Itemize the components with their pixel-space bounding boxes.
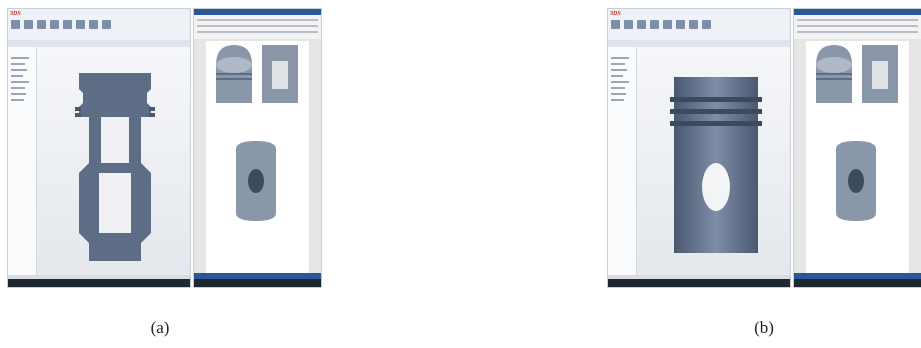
document-page [206,41,309,273]
document-area[interactable] [794,39,921,273]
piston-exterior-model [670,77,762,253]
command-tabs[interactable] [8,40,190,47]
piston-section-model [75,73,155,261]
command-tabs[interactable] [608,40,790,47]
windows-taskbar[interactable] [8,279,190,287]
solidworks-ribbon[interactable]: 3DS [8,9,190,48]
word-title-bar [794,9,921,15]
windows-taskbar[interactable] [194,279,321,287]
figure-piston-pin [236,141,276,221]
figure-piston-top [216,45,252,103]
solidworks-logo: 3DS [610,11,621,17]
caption-a: (a) [150,318,170,337]
word-ribbon[interactable] [794,9,921,40]
word-window [793,8,921,288]
figure-piston-pin [836,141,876,221]
figure-piston-section [262,45,298,103]
tool-icon[interactable] [663,20,672,29]
tool-icon[interactable] [611,20,620,29]
solidworks-window: 3DS [7,8,191,288]
feature-tree[interactable] [8,47,37,275]
document-area[interactable] [194,39,321,273]
document-page [806,41,909,273]
word-title-bar [194,9,321,15]
graphics-area[interactable] [37,47,190,275]
tool-icon[interactable] [676,20,685,29]
solidworks-ribbon[interactable]: 3DS [608,9,790,48]
windows-taskbar[interactable] [608,279,790,287]
caption-b: (b) [754,318,774,337]
tool-icon[interactable] [63,20,72,29]
toolbar-icons[interactable] [611,20,787,40]
tool-icon[interactable] [24,20,33,29]
tool-icon[interactable] [102,20,111,29]
tool-icon[interactable] [89,20,98,29]
tool-icon[interactable] [11,20,20,29]
panel-a: 3DS [7,8,322,288]
toolbar-icons[interactable] [11,20,187,40]
tool-icon[interactable] [637,20,646,29]
solidworks-window: 3DS [607,8,791,288]
tool-icon[interactable] [689,20,698,29]
tool-icon[interactable] [50,20,59,29]
feature-tree[interactable] [608,47,637,275]
figure-piston-top [816,45,852,103]
tool-icon[interactable] [37,20,46,29]
windows-taskbar[interactable] [794,279,921,287]
figure-piston-section [862,45,898,103]
tool-icon[interactable] [624,20,633,29]
panel-b: 3DS [607,8,921,288]
tool-icon[interactable] [650,20,659,29]
word-window [193,8,322,288]
solidworks-logo: 3DS [10,11,21,17]
tool-icon[interactable] [702,20,711,29]
tool-icon[interactable] [76,20,85,29]
graphics-area[interactable] [637,47,790,275]
word-ribbon[interactable] [194,9,321,40]
